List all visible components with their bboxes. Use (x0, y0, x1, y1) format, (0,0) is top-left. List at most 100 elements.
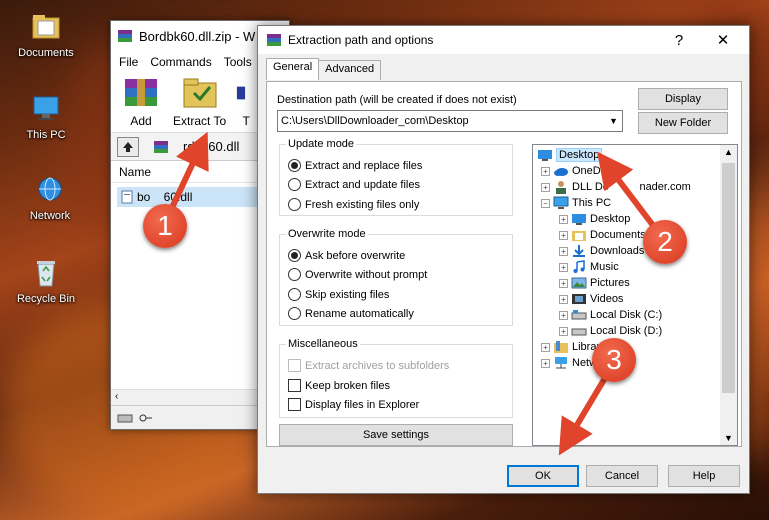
tree-label: Local Disk (D:) (590, 325, 663, 337)
radio-icon (288, 307, 301, 320)
checkbox-keep-broken-files[interactable]: Keep broken files (288, 379, 390, 392)
desktop-icon-documents[interactable]: Documents (6, 12, 86, 59)
tree-item-local-disk-c[interactable]: + Local Disk (C:) (559, 307, 662, 323)
chevron-down-icon[interactable]: ▼ (605, 111, 622, 131)
help-title-button[interactable]: ? (659, 26, 699, 54)
scrollbar-thumb[interactable] (722, 163, 735, 393)
radio-skip-existing[interactable]: Skip existing files (288, 288, 389, 301)
winrar-title: Bordbk60.dll.zip - W (139, 28, 256, 44)
up-folder-button[interactable] (117, 136, 139, 157)
tree-label: Pictures (590, 277, 630, 289)
user-icon (556, 181, 566, 194)
help-button[interactable]: Help (668, 465, 740, 487)
option-label: Skip existing files (305, 288, 390, 301)
update-mode-title: Update mode (286, 138, 357, 150)
radio-fresh-existing[interactable]: Fresh existing files only (288, 198, 419, 211)
collapse-icon[interactable]: − (541, 198, 550, 208)
recycle-bin-icon (37, 261, 55, 287)
extract-to-icon (183, 78, 217, 108)
tree-item-local-disk-d[interactable]: + Local Disk (D:) (559, 323, 662, 339)
tree-item-desktop[interactable]: + Desktop (559, 211, 630, 227)
checkbox-display-in-explorer[interactable]: Display files in Explorer (288, 398, 419, 411)
option-label: Overwrite without prompt (305, 268, 428, 281)
desktop-icon-this-pc[interactable]: This PC (6, 94, 86, 141)
test-button[interactable]: T (236, 75, 256, 128)
tab-general[interactable]: General (266, 58, 320, 80)
tree-item-network[interactable]: + Netw (541, 355, 597, 371)
miscellaneous-group: Miscellaneous Extract archives to subfol… (279, 338, 513, 418)
tree-item-this-pc[interactable]: − This PC (541, 195, 611, 211)
test-label: T (242, 114, 250, 128)
option-label: Ask before overwrite (305, 249, 406, 262)
desktop-icon-recycle-bin[interactable]: Recycle Bin (6, 258, 86, 305)
ok-button[interactable]: OK (507, 465, 579, 487)
radio-overwrite-without-prompt[interactable]: Overwrite without prompt (288, 268, 427, 281)
update-mode-group: Update mode Extract and replace files Ex… (279, 138, 513, 216)
menu-commands[interactable]: Commands (150, 55, 211, 69)
tree-vertical-scrollbar[interactable]: ▲ ▼ (720, 145, 737, 445)
tree-item-documents[interactable]: + Documents (559, 227, 646, 243)
cancel-button[interactable]: Cancel (586, 465, 658, 487)
tree-item-videos[interactable]: + Videos (559, 291, 623, 307)
save-settings-button[interactable]: Save settings (279, 424, 513, 446)
add-label: Add (130, 114, 152, 128)
close-icon[interactable]: ✕ (703, 26, 743, 54)
scroll-up-icon[interactable]: ▲ (724, 147, 733, 157)
tree-item-user[interactable]: + DLL Do nader.com (541, 179, 691, 195)
expand-icon[interactable]: + (559, 262, 568, 272)
radio-icon (288, 198, 301, 211)
documents-folder-icon (32, 15, 60, 39)
radio-icon (288, 288, 301, 301)
tree-item-desktop-root[interactable]: Desktop (537, 147, 603, 163)
folder-tree[interactable]: Desktop + OneD + DLL Do nader.com − This… (532, 144, 738, 446)
expand-icon[interactable]: + (541, 166, 550, 176)
this-pc-icon (33, 96, 59, 120)
tree-label: This PC (572, 197, 612, 209)
expand-icon[interactable]: + (541, 358, 550, 368)
menu-tools[interactable]: Tools (224, 55, 252, 69)
dialog-title: Extraction path and options (288, 33, 434, 47)
network-icon (555, 357, 567, 369)
music-icon (573, 260, 585, 273)
destination-path-combo[interactable]: C:\Users\DllDownloader_com\Desktop ▼ (277, 110, 623, 132)
expand-icon[interactable]: + (559, 326, 568, 336)
this-pc-icon (553, 196, 569, 209)
new-folder-button[interactable]: New Folder (638, 112, 728, 134)
expand-icon[interactable]: + (541, 182, 550, 192)
extract-to-button[interactable]: Extract To (173, 75, 226, 128)
checkbox-extract-to-subfolders: Extract archives to subfolders (288, 359, 449, 372)
expand-icon[interactable]: + (559, 294, 568, 304)
file-name: bo 60.dll (137, 190, 193, 204)
expand-icon[interactable]: + (559, 214, 568, 224)
menu-file[interactable]: File (119, 55, 138, 69)
option-label: Keep broken files (305, 379, 390, 392)
add-button[interactable]: Add (119, 75, 163, 128)
expand-icon[interactable]: + (559, 310, 568, 320)
radio-rename-automatically[interactable]: Rename automatically (288, 307, 414, 320)
tree-item-pictures[interactable]: + Pictures (559, 275, 630, 291)
destination-path-label: Destination path (will be created if doe… (277, 94, 517, 106)
option-label: Extract and replace files (305, 159, 423, 172)
extract-to-label: Extract To (173, 114, 227, 128)
local-disk-icon (571, 310, 587, 320)
dialog-titlebar[interactable]: Extraction path and options ? ✕ (258, 26, 749, 54)
radio-extract-replace[interactable]: Extract and replace files (288, 159, 422, 172)
tree-label: OneD (572, 165, 601, 177)
display-button[interactable]: Display (638, 88, 728, 110)
expand-icon[interactable]: + (559, 230, 568, 240)
radio-ask-before-overwrite[interactable]: Ask before overwrite (288, 249, 405, 262)
tree-item-downloads[interactable]: + Downloads (559, 243, 644, 259)
tree-item-onedrive[interactable]: + OneD (541, 163, 601, 179)
desktop-icon-network[interactable]: Network (10, 175, 90, 222)
archive-path: rdbk60.dll (183, 139, 240, 154)
tree-item-music[interactable]: + Music (559, 259, 619, 275)
downloads-icon (573, 245, 585, 257)
expand-icon[interactable]: + (541, 342, 550, 352)
expand-icon[interactable]: + (559, 246, 568, 256)
tab-advanced[interactable]: Advanced (318, 60, 382, 80)
radio-extract-update[interactable]: Extract and update files (288, 178, 420, 191)
pictures-icon (571, 277, 587, 289)
expand-icon[interactable]: + (559, 278, 568, 288)
scroll-left-icon[interactable]: ‹ (115, 391, 118, 402)
scroll-down-icon[interactable]: ▼ (724, 433, 733, 443)
